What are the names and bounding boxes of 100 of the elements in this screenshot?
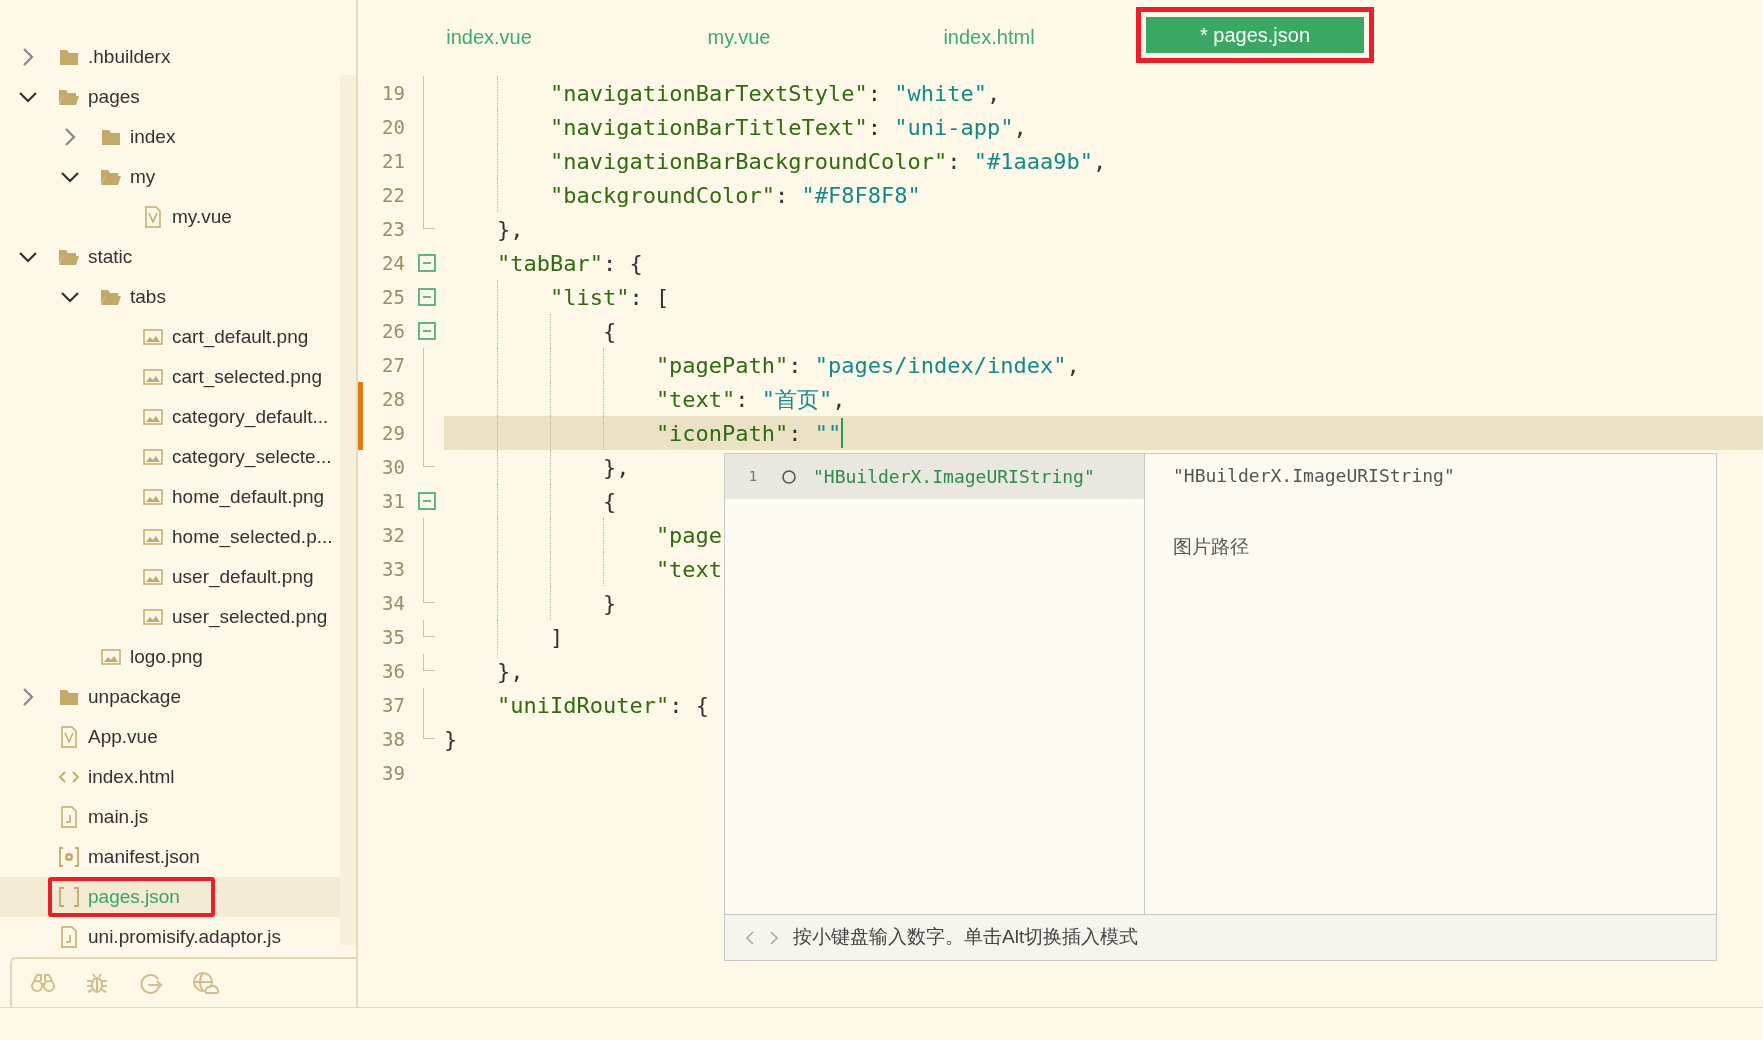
tree-item[interactable]: main.js (0, 797, 340, 837)
code-line: }, (496, 657, 524, 686)
collapse-icon[interactable] (417, 322, 436, 340)
open-folder-icon (100, 168, 122, 186)
open-folder-icon (58, 248, 80, 266)
image-icon (143, 329, 163, 345)
line-number: 28 (381, 386, 405, 412)
chevron-right-icon (769, 929, 779, 946)
tree-item[interactable]: category_selecte... (0, 437, 340, 477)
line-number: 24 (381, 250, 405, 276)
code-line: }, (602, 453, 630, 482)
code-icon (58, 770, 80, 784)
tree-item[interactable]: .hbuilderx (0, 37, 340, 77)
folder-icon (59, 48, 79, 66)
tree-item[interactable]: my.vue (0, 197, 340, 237)
tree-item[interactable]: cart_selected.png (0, 357, 340, 397)
tree-item[interactable]: manifest.json (0, 837, 340, 877)
tree-item[interactable]: App.vue (0, 717, 340, 757)
code-line: "tabBar": { (496, 249, 643, 278)
line-number: 33 (381, 556, 405, 582)
code-line: "text": "首页", (655, 385, 846, 414)
hint-text: 按小键盘输入数字。单击Alt切换插入模式 (793, 925, 1139, 950)
line-number: 37 (381, 692, 405, 718)
line-number: 19 (381, 80, 405, 106)
image-icon (143, 449, 163, 465)
tree-item[interactable]: index.html (0, 757, 340, 797)
image-icon (143, 489, 163, 505)
suggestion-item[interactable]: 1 "HBuilderX.ImageURIString" (725, 454, 1144, 499)
collapse-icon[interactable] (417, 288, 436, 306)
document-icon (60, 926, 78, 948)
gear-icon (58, 846, 80, 868)
line-number: 20 (381, 114, 405, 140)
line-number: 38 (381, 726, 405, 752)
tree-item[interactable]: pages (0, 77, 340, 117)
image-icon (143, 569, 163, 585)
tree-item[interactable]: tabs (0, 277, 340, 317)
detail-title: "HBuilderX.ImageURIString" (1173, 464, 1456, 488)
code-line: "iconPath": "" (655, 419, 842, 448)
image-icon (101, 649, 121, 665)
tree-item[interactable]: user_selected.png (0, 597, 340, 637)
tree-item[interactable]: home_selected.p... (0, 517, 340, 557)
chevron-down-icon[interactable] (60, 171, 80, 183)
line-number: 21 (381, 148, 405, 174)
tree-item[interactable]: user_default.png (0, 557, 340, 597)
open-folder-icon (58, 88, 80, 106)
tree-item[interactable]: unpackage (0, 677, 340, 717)
tree-item[interactable]: logo.png (0, 637, 340, 677)
line-number: 34 (381, 590, 405, 616)
line-number: 22 (381, 182, 405, 208)
line-number: 36 (381, 658, 405, 684)
code-line: "navigationBarTitleText": "uni-app", (549, 113, 1027, 142)
chevron-right-icon[interactable] (22, 47, 34, 67)
tree-item[interactable]: cart_default.png (0, 317, 340, 357)
image-icon (143, 529, 163, 545)
code-line: }, (496, 215, 524, 244)
file-name: index (129, 124, 177, 149)
file-name: pages (87, 84, 141, 109)
detail-description: 图片路径 (1173, 535, 1250, 559)
code-line: } (444, 725, 458, 754)
chevron-right-icon[interactable] (64, 127, 76, 147)
file-name: category_selecte... (171, 444, 333, 470)
tree-item[interactable]: category_default... (0, 397, 340, 437)
file-name: unpackage (87, 684, 182, 709)
file-name: home_default.png (171, 484, 326, 510)
file-name: tabs (129, 284, 167, 309)
code-line: "backgroundColor": "#F8F8F8" (549, 181, 921, 210)
chevron-right-icon[interactable] (22, 687, 34, 707)
brackets-icon (58, 886, 80, 908)
code-line: "pagePath": "pages/index/index", (655, 351, 1080, 380)
tree-item[interactable]: uni.promisify.adaptor.js (0, 917, 340, 957)
tree-item[interactable]: index (0, 117, 340, 157)
folder-icon (59, 688, 79, 706)
scrollbar[interactable] (340, 75, 356, 945)
document-icon (144, 206, 162, 228)
file-name: pages.json (87, 884, 181, 909)
folder-icon (101, 128, 121, 146)
code-line: "text (655, 555, 723, 584)
code-line: ] (549, 623, 564, 652)
collapse-icon[interactable] (417, 492, 436, 510)
code-line: "list": [ (549, 283, 670, 312)
file-name: main.js (87, 804, 150, 829)
circle-icon (781, 468, 797, 485)
file-name: uni.promisify.adaptor.js (87, 924, 282, 949)
binoculars-icon[interactable] (30, 971, 58, 995)
chevron-down-icon[interactable] (18, 91, 38, 103)
file-name: cart_default.png (171, 324, 310, 350)
tree-item[interactable]: static (0, 237, 340, 277)
tree-item[interactable]: my (0, 157, 340, 197)
line-number: 30 (381, 454, 405, 480)
chevron-down-icon[interactable] (18, 251, 38, 263)
code-line: "navigationBarBackgroundColor": "#1aaa9b", (549, 147, 1107, 176)
line-number: 39 (381, 760, 405, 786)
globe-cloud-icon[interactable] (192, 971, 220, 995)
tree-item[interactable]: home_default.png (0, 477, 340, 517)
line-number: 29 (381, 420, 405, 446)
chevron-down-icon[interactable] (60, 291, 80, 303)
collapse-icon[interactable] (417, 254, 436, 272)
text-cursor (841, 418, 844, 448)
line-number: 27 (381, 352, 405, 378)
file-name: cart_selected.png (171, 364, 323, 390)
